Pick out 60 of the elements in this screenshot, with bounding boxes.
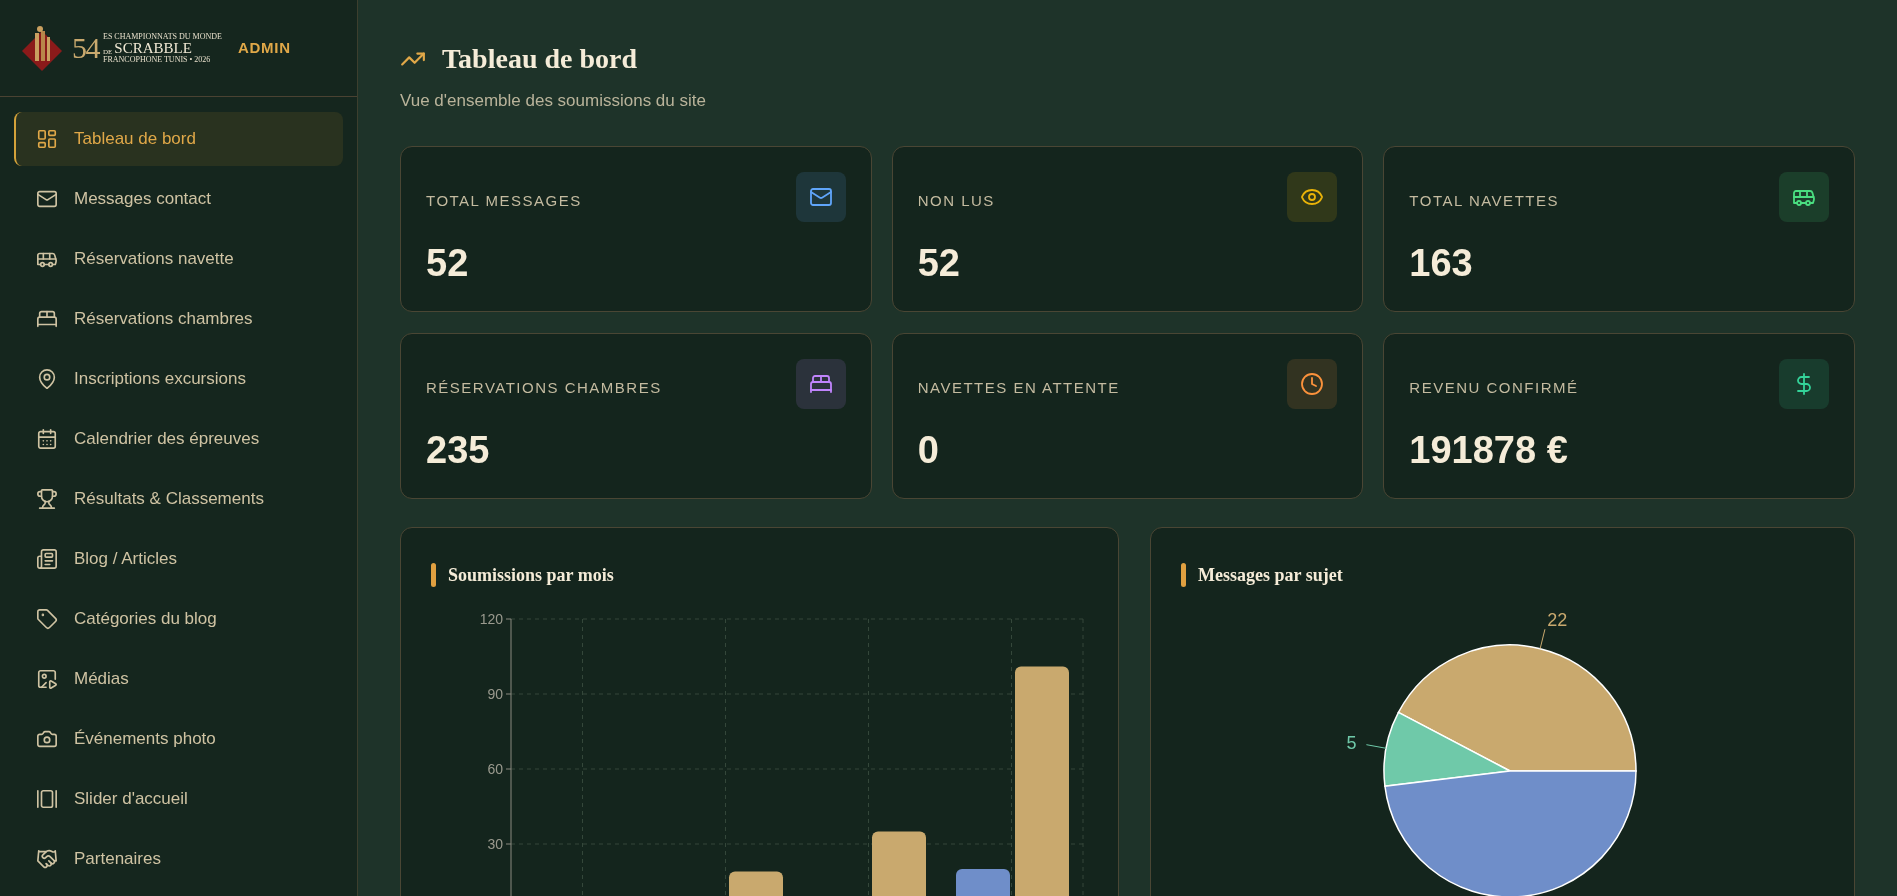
bar	[956, 868, 1010, 896]
nav-item[interactable]: Slider d'accueil	[14, 772, 343, 826]
axis-tick-label: 120	[479, 610, 503, 627]
stat-label: RÉSERVATIONS CHAMBRES	[426, 377, 662, 398]
nav-item[interactable]: Résultats & Classements	[14, 472, 343, 526]
stat-value: 52	[426, 243, 470, 282]
nav-item[interactable]: Catégories du blog	[14, 592, 343, 646]
nav-item[interactable]: Événements photo	[14, 712, 343, 766]
nav-item[interactable]: Réservations chambres	[14, 292, 343, 346]
axis-tick-label: 30	[487, 835, 503, 852]
stat-value: 191878 €	[1409, 430, 1569, 469]
nav-item[interactable]: Partenaires	[14, 832, 343, 886]
mail-icon	[36, 188, 58, 210]
camera-icon	[36, 728, 58, 750]
tag-icon	[36, 608, 58, 630]
stat-value: 52	[917, 243, 961, 282]
logo-text: FRANCOPHONE TUNIS • 2026	[103, 55, 212, 64]
nav-item[interactable]: Réservations navette	[14, 232, 343, 286]
gallery-icon	[36, 788, 58, 810]
bed-icon	[36, 308, 58, 330]
stat-label: TOTAL NAVETTES	[1409, 190, 1559, 211]
nav-item[interactable]: Médias	[14, 652, 343, 706]
bar	[729, 871, 783, 896]
nav-item[interactable]: Inscriptions excursions	[14, 352, 343, 406]
logo-number: 54	[72, 33, 99, 63]
map-pin-icon	[36, 368, 58, 390]
chart-title: Messages par sujet	[1198, 563, 1343, 587]
dashboard-icon	[36, 128, 58, 150]
logo-emblem-icon	[20, 25, 64, 71]
stat-value: 163	[1409, 243, 1474, 282]
stat-value: 235	[426, 430, 491, 469]
slice-value-label: 5	[1346, 732, 1357, 753]
stat-label: REVENU CONFIRMÉ	[1409, 377, 1579, 398]
trophy-icon	[36, 488, 58, 510]
stat-label: NON LUS	[917, 190, 995, 211]
nav-item[interactable]: Blog / Articles	[14, 532, 343, 586]
slice-value-label: 22	[1547, 609, 1568, 630]
nav-item[interactable]: Calendrier des épreuves	[14, 412, 343, 466]
title-accent-bar	[1181, 563, 1186, 587]
chart-title: Soumissions par mois	[448, 563, 614, 587]
stat-label: NAVETTES EN ATTENTE	[917, 377, 1120, 398]
nav-item[interactable]: Messages contact	[14, 172, 343, 226]
nav-item[interactable]: Tableau de bord	[14, 112, 343, 166]
calendar-icon	[36, 428, 58, 450]
handshake-icon	[36, 848, 58, 870]
leader-line	[1365, 743, 1387, 749]
stat-value: 0	[917, 430, 940, 469]
stat-label: TOTAL MESSAGES	[426, 190, 582, 211]
page-title: Tableau de bord	[442, 42, 638, 76]
image-icon	[36, 668, 58, 690]
bar	[872, 831, 926, 896]
logo-text: ES CHAMPIONNATS DU MONDE	[103, 32, 222, 41]
admin-label: ADMIN	[237, 37, 291, 58]
logo-text: SCRABBLE	[114, 40, 192, 56]
newspaper-icon	[36, 548, 58, 570]
page-subtitle: Vue d'ensemble des soumissions du site	[400, 90, 707, 112]
leader-line	[1539, 628, 1546, 649]
axis-tick-label: 60	[487, 760, 503, 777]
title-accent-bar	[431, 563, 436, 587]
axis-tick-label: 90	[487, 685, 503, 702]
